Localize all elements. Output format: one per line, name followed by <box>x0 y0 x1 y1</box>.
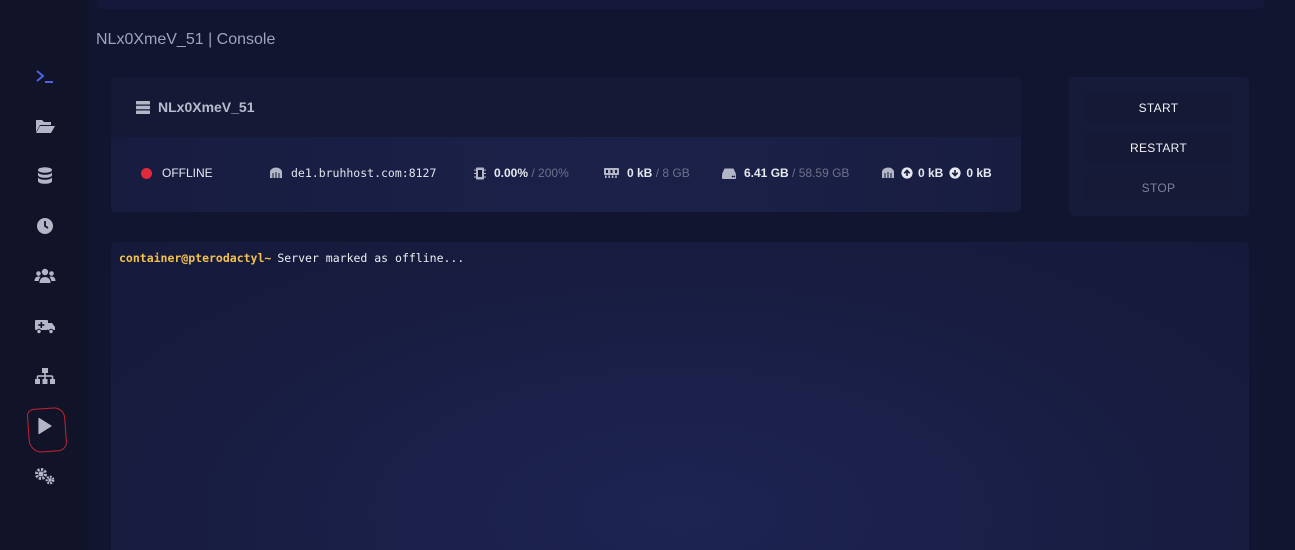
hard-drive-icon <box>722 168 736 179</box>
sidebar-item-settings[interactable] <box>26 457 64 495</box>
arrow-circle-up-icon <box>901 167 913 179</box>
sidebar-item-network[interactable] <box>26 357 64 395</box>
clock-icon <box>37 218 53 234</box>
network-icon <box>35 368 55 384</box>
sidebar-item-console[interactable] <box>26 57 64 95</box>
sidebar-item-startup[interactable] <box>26 407 64 445</box>
server-card-header: NLx0XmeV_51 <box>111 77 1021 137</box>
restart-button[interactable]: RESTART <box>1084 133 1233 162</box>
server-status-card: NLx0XmeV_51 OFFLINE de1.bruhhost.com:812… <box>111 77 1021 212</box>
ethernet-icon <box>270 167 282 178</box>
sidebar-item-users[interactable] <box>26 257 64 295</box>
memory-limit: / 8 GB <box>655 166 690 180</box>
server-stats-row: OFFLINE de1.bruhhost.com:8127 0.00% / 20… <box>111 137 1021 212</box>
console-prompt: container@pterodactyl~ <box>119 251 272 265</box>
play-icon <box>38 417 52 435</box>
console-line: container@pterodactyl~ Server marked as o… <box>119 251 464 265</box>
ethernet-icon <box>882 167 894 178</box>
folder-open-icon <box>36 120 55 133</box>
memory-stat: 0 kB / 8 GB <box>604 166 690 180</box>
sidebar-item-databases[interactable] <box>26 157 64 195</box>
network-stat: 0 kB 0 kB <box>881 166 992 180</box>
sidebar-item-backups[interactable] <box>26 307 64 345</box>
sidebar-item-schedules[interactable] <box>26 207 64 245</box>
network-download-value: 0 kB <box>966 166 992 180</box>
cpu-limit: / 200% <box>531 166 569 180</box>
cpu-stat: 0.00% / 200% <box>474 166 569 180</box>
disk-value: 6.41 GB <box>744 166 789 180</box>
start-button[interactable]: START <box>1084 93 1233 122</box>
app-window: NLx0XmeV_51 | Console NLx0XmeV_51 OFFLIN… <box>0 0 1295 550</box>
truck-icon <box>35 320 55 335</box>
sidebar <box>0 0 88 550</box>
console-output[interactable]: container@pterodactyl~ Server marked as o… <box>111 242 1249 550</box>
stop-button[interactable]: STOP <box>1084 173 1233 202</box>
status-dot <box>141 167 152 179</box>
memory-icon <box>604 168 619 178</box>
sidebar-item-files[interactable] <box>26 107 64 145</box>
status-indicator: OFFLINE <box>141 166 213 180</box>
disk-limit: / 58.59 GB <box>792 166 850 180</box>
network-upload-value: 0 kB <box>918 166 944 180</box>
server-icon <box>136 100 150 114</box>
power-controls-card: START RESTART STOP <box>1069 77 1249 216</box>
database-icon <box>38 167 52 184</box>
top-nav-strip <box>97 0 1264 9</box>
server-address-stat: de1.bruhhost.com:8127 <box>269 166 436 180</box>
page-title: NLx0XmeV_51 | Console <box>96 31 276 48</box>
cpu-value: 0.00% <box>494 166 529 180</box>
server-name: NLx0XmeV_51 <box>158 99 255 115</box>
console-message: Server marked as offline... <box>277 251 465 265</box>
memory-value: 0 kB <box>627 166 653 180</box>
terminal-icon <box>36 70 53 83</box>
disk-stat: 6.41 GB / 58.59 GB <box>722 166 849 180</box>
arrow-circle-down-icon <box>949 167 961 179</box>
server-address[interactable]: de1.bruhhost.com:8127 <box>291 166 436 180</box>
microchip-icon <box>474 167 486 179</box>
status-label: OFFLINE <box>162 166 213 180</box>
cogs-icon <box>35 468 55 485</box>
users-icon <box>34 268 56 283</box>
